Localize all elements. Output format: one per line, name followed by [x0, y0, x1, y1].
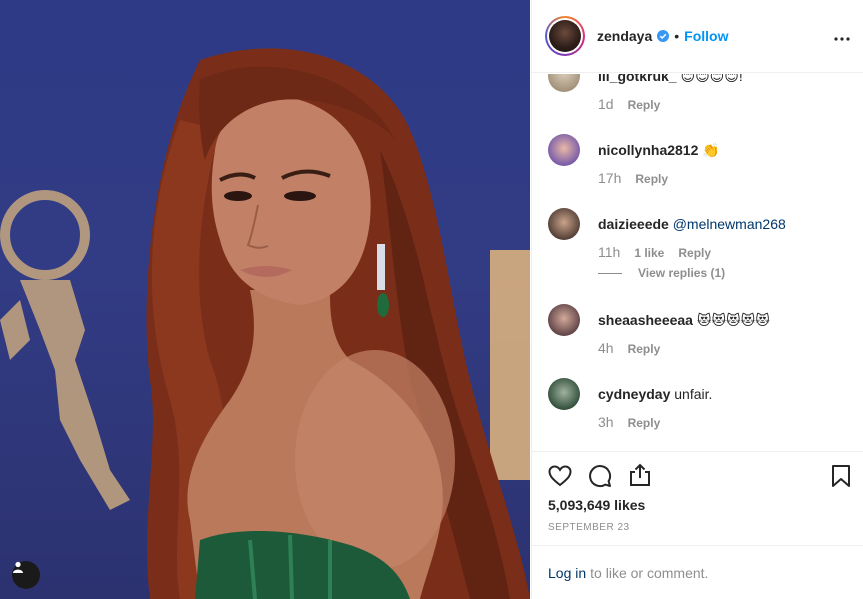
comment-username[interactable]: sheaasheeeaa	[598, 312, 693, 328]
login-prompt: Log in to like or comment.	[532, 545, 863, 599]
comment-time[interactable]: 1d	[598, 96, 614, 112]
view-replies-label: View replies (1)	[638, 266, 726, 280]
replies-divider-line	[598, 272, 622, 274]
post-details-panel: zendaya • Follow lil_gotkruk_ 😊😊😊😊! 1d R…	[531, 0, 863, 599]
user-tag-button[interactable]	[12, 561, 40, 589]
comment-time[interactable]: 17h	[598, 170, 621, 186]
comment-username[interactable]: daizieeede	[598, 216, 669, 232]
login-prompt-text: to like or comment.	[590, 564, 709, 581]
reply-button[interactable]: Reply	[628, 98, 661, 112]
backdrop-panel	[490, 250, 530, 480]
comment-icon[interactable]	[588, 464, 612, 493]
commenter-avatar[interactable]	[548, 304, 580, 336]
post-date: SEPTEMBER 23	[548, 522, 630, 533]
bookmark-icon[interactable]	[829, 464, 853, 493]
comment-text: unfair.	[674, 386, 713, 402]
comment-text: 😻😻😻😻😻	[696, 312, 770, 328]
author-username[interactable]: zendaya	[597, 28, 652, 44]
user-tag-icon	[13, 561, 23, 573]
post-photo[interactable]	[0, 0, 530, 599]
separator-dot: •	[674, 28, 680, 44]
comments-list[interactable]: lil_gotkruk_ 😊😊😊😊! 1d Reply nicollynha28…	[532, 74, 863, 451]
portrait-illustration	[0, 48, 530, 599]
follow-button[interactable]: Follow	[684, 28, 728, 44]
comment-time[interactable]: 11h	[598, 244, 620, 260]
comment-text: 😊😊😊😊!	[680, 74, 743, 84]
more-options-icon[interactable]	[834, 28, 850, 46]
comment-mention-link[interactable]: @melnewman268	[673, 216, 786, 232]
comment-username[interactable]: cydneyday	[598, 386, 670, 402]
heart-icon[interactable]	[548, 464, 572, 493]
comment-time[interactable]: 3h	[598, 414, 614, 430]
reply-button[interactable]: Reply	[628, 416, 661, 430]
reply-button[interactable]: Reply	[628, 342, 661, 356]
commenter-avatar[interactable]	[548, 74, 580, 92]
commenter-avatar[interactable]	[548, 378, 580, 410]
post-actions: 5,093,649 likes SEPTEMBER 23	[532, 451, 863, 546]
author-avatar[interactable]	[545, 16, 585, 56]
share-icon[interactable]	[628, 463, 652, 492]
commenter-avatar[interactable]	[548, 208, 580, 240]
commenter-avatar[interactable]	[548, 134, 580, 166]
login-link[interactable]: Log in	[548, 565, 586, 581]
backdrop-statue	[0, 190, 130, 510]
reply-button[interactable]: Reply	[678, 246, 711, 260]
view-replies-button[interactable]: View replies (1)	[598, 266, 725, 280]
verified-icon	[657, 30, 670, 42]
comment-username[interactable]: nicollynha2812	[598, 142, 698, 158]
comment-username[interactable]: lil_gotkruk_	[598, 74, 677, 84]
comment-time[interactable]: 4h	[598, 340, 614, 356]
comment-text: 👏	[702, 142, 720, 158]
reply-button[interactable]: Reply	[635, 172, 668, 186]
post-header: zendaya • Follow	[532, 0, 863, 73]
likes-count[interactable]: 5,093,649 likes	[548, 497, 645, 513]
comment-likes[interactable]: 1 like	[634, 246, 664, 260]
